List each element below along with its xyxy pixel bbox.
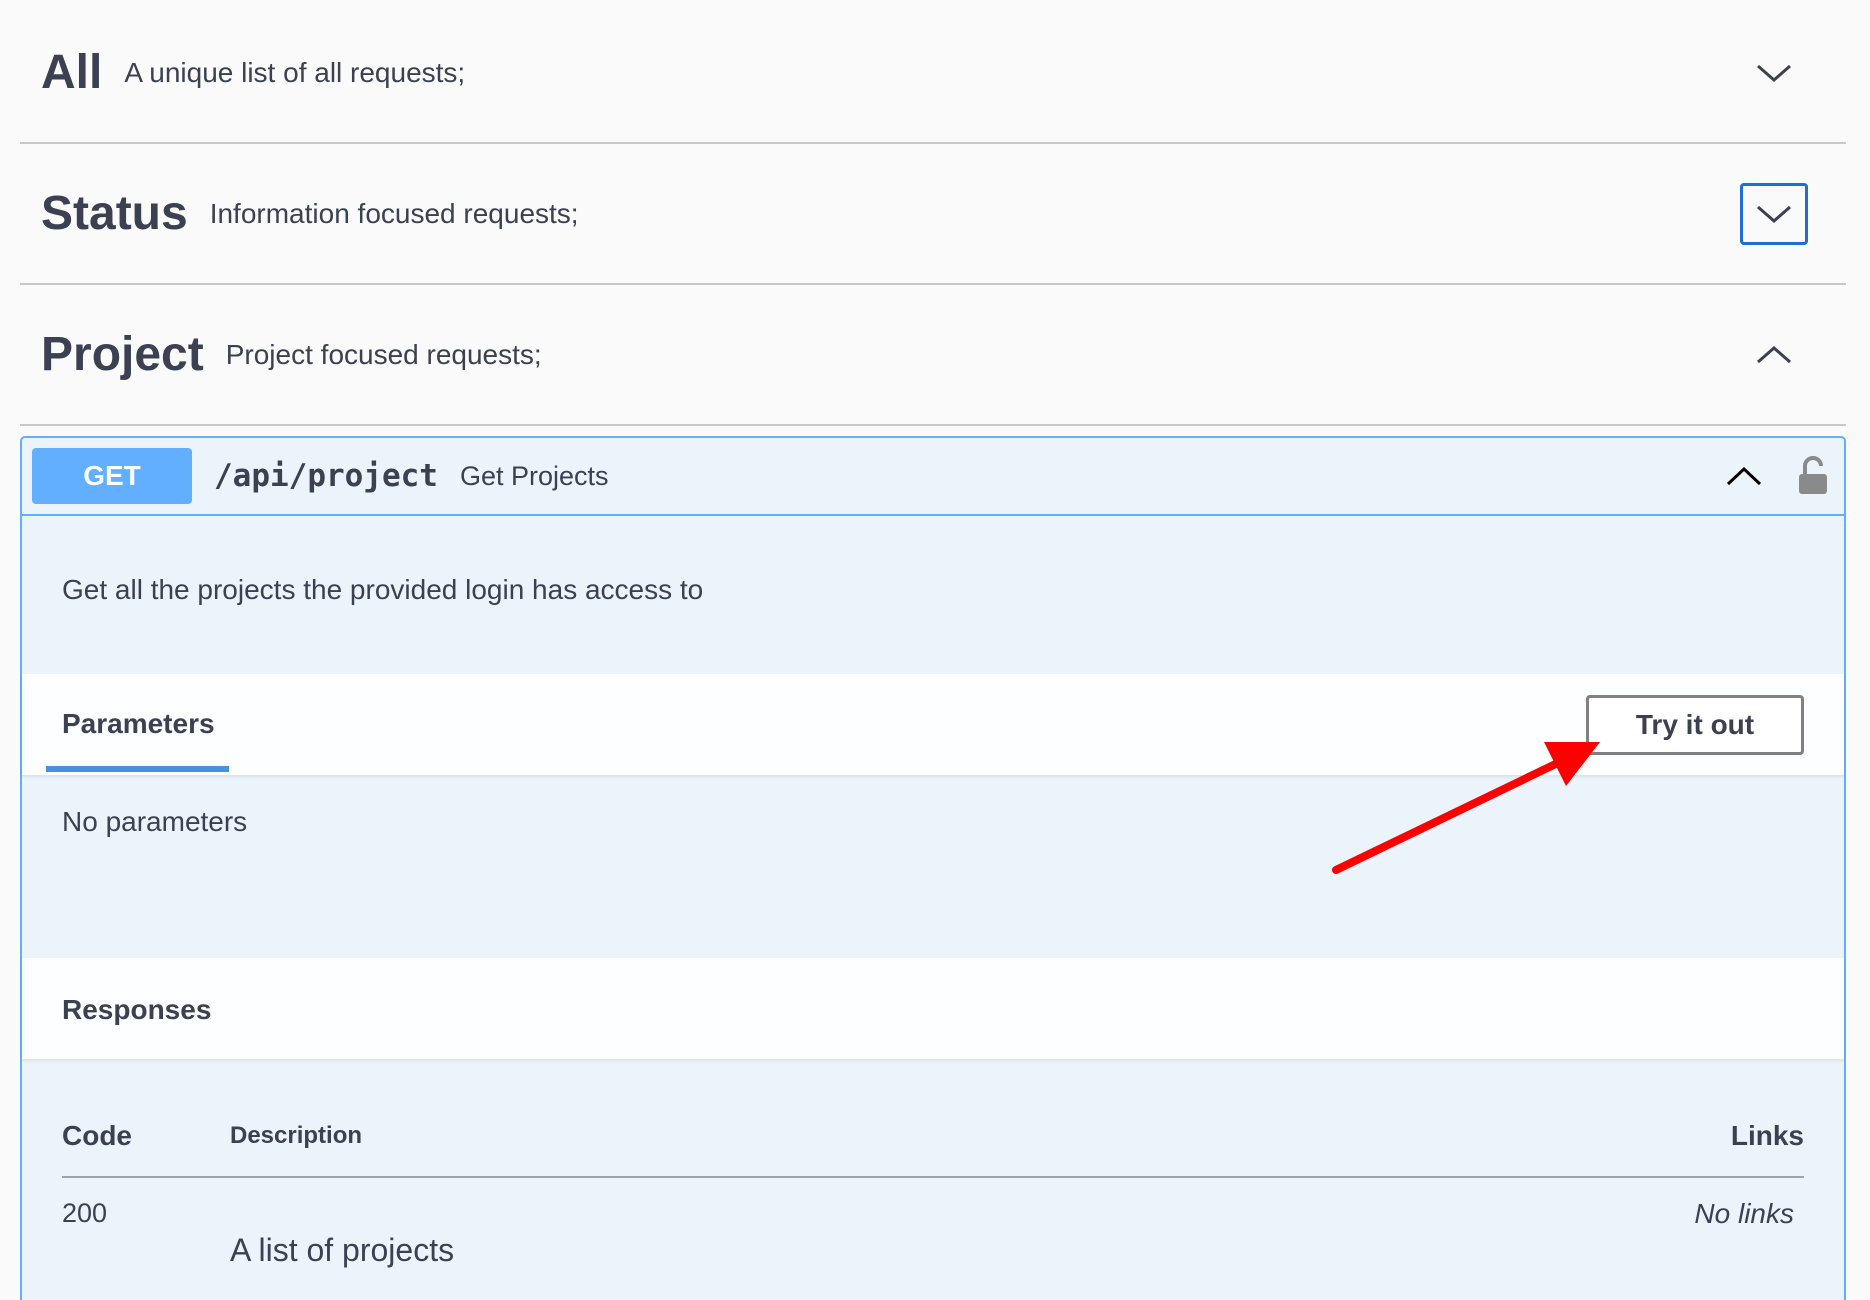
responses-header: Responses bbox=[22, 958, 1844, 1059]
chevron-up-icon[interactable] bbox=[1724, 460, 1764, 490]
responses-title: Responses bbox=[62, 994, 212, 1025]
no-parameters-text: No parameters bbox=[62, 806, 248, 837]
chevron-up-icon bbox=[1757, 345, 1791, 363]
tag-description: Project focused requests; bbox=[225, 338, 542, 370]
tab-active-indicator bbox=[46, 766, 229, 772]
tag-title: Project bbox=[41, 328, 204, 381]
operation-summary-text: Get Projects bbox=[459, 460, 609, 491]
response-description: A list of projects bbox=[230, 1232, 455, 1268]
chevron-down-icon bbox=[1757, 205, 1791, 223]
collapse-button[interactable] bbox=[1740, 324, 1808, 386]
response-links: No links bbox=[1694, 1198, 1794, 1229]
tag-section-all[interactable]: All A unique list of all requests; bbox=[20, 3, 1846, 144]
column-header-description: Description bbox=[230, 1122, 363, 1149]
tag-section-project[interactable]: Project Project focused requests; bbox=[20, 285, 1846, 426]
try-it-out-button[interactable]: Try it out bbox=[1586, 695, 1804, 755]
tag-section-status[interactable]: Status Information focused requests; bbox=[20, 144, 1846, 285]
swagger-page: All A unique list of all requests; Statu… bbox=[0, 0, 1870, 1300]
operation-path: /api/project bbox=[214, 458, 438, 494]
tag-title: All bbox=[41, 46, 103, 99]
table-divider bbox=[62, 1176, 1804, 1178]
column-header-links: Links bbox=[1730, 1120, 1804, 1151]
expand-button[interactable] bbox=[1740, 182, 1808, 245]
tab-parameters[interactable]: Parameters bbox=[62, 708, 215, 740]
lock-icon[interactable] bbox=[1796, 454, 1830, 498]
expand-button[interactable] bbox=[1740, 42, 1808, 104]
operation-block-get: GET /api/project Get Projects Get all th… bbox=[20, 436, 1846, 1300]
parameters-header: Parameters bbox=[22, 674, 1844, 775]
tag-title: Status bbox=[41, 187, 188, 240]
chevron-down-icon bbox=[1757, 64, 1791, 82]
http-method-badge: GET bbox=[32, 448, 192, 504]
operation-description: Get all the projects the provided login … bbox=[62, 574, 704, 605]
tag-description: Information focused requests; bbox=[209, 197, 579, 229]
response-code: 200 bbox=[62, 1198, 108, 1228]
operation-summary[interactable]: GET /api/project Get Projects bbox=[22, 438, 1844, 516]
column-header-code: Code bbox=[62, 1120, 132, 1151]
tag-description: A unique list of all requests; bbox=[124, 56, 466, 88]
